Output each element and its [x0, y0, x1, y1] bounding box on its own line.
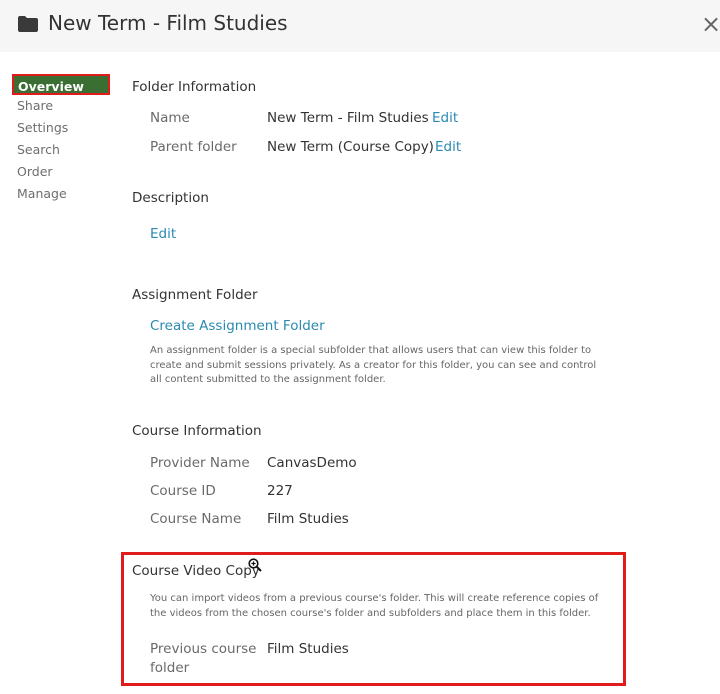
sidebar-item-order[interactable]: Order [12, 161, 132, 183]
course-video-copy-heading: Course Video Copy [132, 563, 260, 579]
sidebar-item-settings[interactable]: Settings [12, 117, 132, 139]
provider-name-label: Provider Name [150, 455, 250, 471]
parent-folder-value: New Term (Course Copy) [267, 139, 434, 155]
assignment-folder-heading: Assignment Folder [132, 287, 258, 303]
sidebar-nav: Overview Share Settings Search Order Man… [12, 74, 132, 205]
folder-information-heading: Folder Information [132, 79, 257, 95]
name-value: New Term - Film Studies [267, 110, 429, 126]
previous-course-folder-label-line2: folder [150, 660, 190, 676]
zoom-in-cursor-icon [248, 558, 262, 572]
sidebar-item-overview[interactable]: Overview [12, 74, 110, 95]
assignment-help-text: An assignment folder is a special subfol… [150, 344, 596, 388]
edit-description-link[interactable]: Edit [150, 226, 176, 242]
sidebar-item-manage[interactable]: Manage [12, 183, 132, 205]
assignment-help-line: all content submitted to the assignment … [150, 374, 386, 385]
course-name-value: Film Studies [267, 511, 349, 527]
video-copy-help-line: You can import videos from a previous co… [150, 593, 599, 604]
course-information-heading: Course Information [132, 423, 262, 439]
folder-icon [18, 16, 38, 32]
course-id-value: 227 [267, 483, 293, 499]
assignment-help-line: create and submit sessions privately. As… [150, 359, 597, 371]
sidebar-item-search[interactable]: Search [12, 139, 132, 161]
video-copy-help-text: You can import videos from a previous co… [150, 592, 598, 621]
edit-name-link[interactable]: Edit [432, 110, 458, 126]
course-name-label: Course Name [150, 511, 242, 527]
create-assignment-folder-link[interactable]: Create Assignment Folder [150, 318, 325, 334]
sidebar-item-share[interactable]: Share [12, 95, 132, 117]
parent-folder-label: Parent folder [150, 139, 237, 155]
video-copy-help-line: the videos from the chosen course's fold… [150, 607, 591, 619]
previous-course-folder-value[interactable]: Film Studies [267, 641, 349, 657]
close-icon[interactable]: × [701, 11, 720, 37]
course-id-label: Course ID [150, 483, 216, 499]
provider-name-value: CanvasDemo [267, 455, 357, 471]
description-heading: Description [132, 190, 209, 206]
assignment-help-line: An assignment folder is a special subfol… [150, 345, 592, 356]
page-title: New Term - Film Studies [48, 11, 288, 35]
edit-parent-folder-link[interactable]: Edit [435, 139, 461, 155]
header-bar: New Term - Film Studies × [0, 0, 720, 52]
name-label: Name [150, 110, 190, 126]
previous-course-folder-label: Previous course [150, 641, 257, 657]
